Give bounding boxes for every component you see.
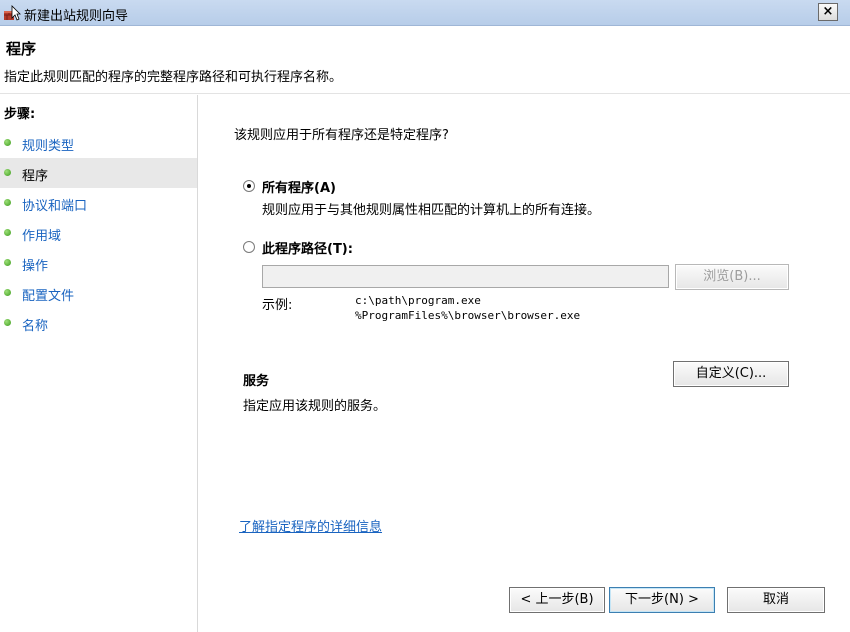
example-label: 示例: [262, 298, 293, 313]
step-label: 作用域 [22, 229, 62, 244]
step-label: 配置文件 [22, 289, 75, 304]
browse-button[interactable]: 浏览(B)... [675, 264, 789, 290]
steps-sidebar: 步骤: 规则类型 程序 协议和端口 作用域 操作 配置文件 名称 [0, 95, 198, 632]
steps-title: 步骤: [4, 107, 36, 122]
step-profile[interactable]: 配置文件 [0, 278, 197, 308]
title-bar: 新建出站规则向导 × [0, 0, 850, 26]
all-programs-radio[interactable] [243, 180, 255, 192]
next-button[interactable]: 下一步(N) > [609, 587, 715, 613]
example-line: %ProgramFiles%\browser\browser.exe [355, 309, 581, 322]
program-path-input[interactable] [262, 265, 669, 288]
page-description: 指定此规则匹配的程序的完整程序路径和可执行程序名称。 [4, 70, 343, 85]
step-label: 程序 [22, 169, 49, 184]
page-title: 程序 [6, 40, 37, 58]
step-bullet-icon [4, 139, 11, 146]
example-line: c:\path\program.exe [355, 294, 481, 307]
step-label: 协议和端口 [22, 199, 88, 214]
program-path-label[interactable]: 此程序路径(T): [262, 238, 353, 257]
services-description: 指定应用该规则的服务。 [243, 399, 387, 414]
step-action[interactable]: 操作 [0, 248, 197, 278]
step-bullet-icon [4, 259, 11, 266]
step-label: 名称 [22, 319, 49, 334]
steps-list: 规则类型 程序 协议和端口 作用域 操作 配置文件 名称 [0, 128, 197, 338]
step-rule-type[interactable]: 规则类型 [0, 128, 197, 158]
all-programs-description: 规则应用于与其他规则属性相匹配的计算机上的所有连接。 [262, 203, 601, 218]
main-content: 该规则应用于所有程序还是特定程序? 所有程序(A) 规则应用于与其他规则属性相匹… [199, 95, 850, 632]
services-title: 服务 [243, 374, 270, 389]
step-bullet-icon [4, 319, 11, 326]
step-bullet-icon [4, 169, 11, 176]
step-protocol-ports[interactable]: 协议和端口 [0, 188, 197, 218]
step-name[interactable]: 名称 [0, 308, 197, 338]
step-bullet-icon [4, 289, 11, 296]
firewall-app-icon [4, 5, 21, 21]
cancel-button[interactable]: 取消 [727, 587, 825, 613]
scope-question: 该规则应用于所有程序还是特定程序? [234, 128, 449, 143]
all-programs-label[interactable]: 所有程序(A) [262, 177, 336, 196]
wizard-header: 程序 指定此规则匹配的程序的完整程序路径和可执行程序名称。 [0, 26, 850, 94]
step-bullet-icon [4, 229, 11, 236]
step-label: 操作 [22, 259, 49, 274]
step-label: 规则类型 [22, 139, 75, 154]
step-program[interactable]: 程序 [0, 158, 197, 188]
step-bullet-icon [4, 199, 11, 206]
learn-more-link[interactable]: 了解指定程序的详细信息 [239, 516, 382, 535]
customize-button[interactable]: 自定义(C)... [673, 361, 789, 387]
program-path-radio[interactable] [243, 241, 255, 253]
step-scope[interactable]: 作用域 [0, 218, 197, 248]
back-button[interactable]: < 上一步(B) [509, 587, 605, 613]
window-title: 新建出站规则向导 [24, 9, 129, 24]
close-button[interactable]: × [818, 3, 838, 21]
